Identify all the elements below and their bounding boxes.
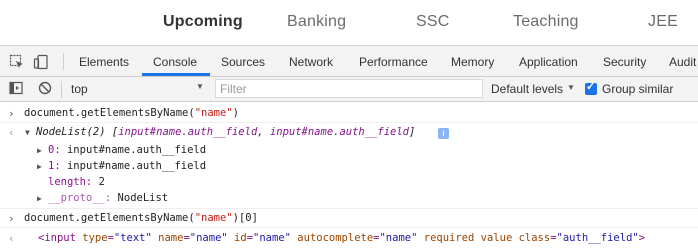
console-toolbar: top ▼ Default levels ▼ ✓ Group similar bbox=[0, 77, 698, 102]
checkmark-icon: ✓ bbox=[586, 81, 596, 93]
tab-network[interactable]: Network bbox=[289, 55, 333, 69]
tab-sources[interactable]: Sources bbox=[221, 55, 265, 69]
length-value: 2 bbox=[98, 176, 105, 188]
active-tab-indicator bbox=[142, 73, 210, 76]
collapsed-triangle-icon[interactable]: ▶ bbox=[37, 194, 42, 203]
result-arrow-icon: ‹ bbox=[8, 126, 15, 139]
entry-value: input#name.auth__field bbox=[66, 160, 207, 172]
nav-teaching[interactable]: Teaching bbox=[513, 13, 579, 31]
tab-audits[interactable]: Audit bbox=[669, 55, 696, 69]
row-divider bbox=[0, 208, 698, 209]
log-levels-dropdown[interactable]: Default levels bbox=[491, 82, 563, 96]
nodelist-item: input#name.auth__field bbox=[118, 126, 258, 138]
command-argument: "name" bbox=[194, 107, 233, 119]
collapsed-triangle-icon[interactable]: ▶ bbox=[37, 146, 42, 155]
site-navigation: Upcoming Banking SSC Teaching JEE bbox=[0, 0, 698, 45]
toolbar-divider bbox=[63, 53, 64, 70]
nav-jee[interactable]: JEE bbox=[648, 13, 678, 31]
result-arrow-icon: ‹ bbox=[8, 232, 15, 245]
toolbar-divider bbox=[61, 81, 62, 98]
proto-value: NodeList bbox=[117, 192, 169, 204]
expanded-triangle-icon[interactable]: ▼ bbox=[25, 128, 30, 137]
tab-security[interactable]: Security bbox=[603, 55, 646, 69]
command-argument: "name" bbox=[194, 212, 233, 224]
tab-performance[interactable]: Performance bbox=[359, 55, 428, 69]
chevron-down-icon[interactable]: ▼ bbox=[196, 82, 204, 91]
tab-application[interactable]: Application bbox=[519, 55, 578, 69]
devtools-tab-bar: Elements Console Sources Network Perform… bbox=[0, 45, 698, 77]
command-text: document.getElementsByName( bbox=[24, 212, 195, 224]
sidebar-toggle-icon[interactable] bbox=[9, 81, 23, 100]
group-similar-label[interactable]: Group similar bbox=[602, 82, 673, 96]
tag-close: > bbox=[638, 232, 646, 244]
chevron-down-icon[interactable]: ▼ bbox=[567, 83, 575, 92]
entry-key: 1: bbox=[48, 160, 61, 172]
collapsed-triangle-icon[interactable]: ▶ bbox=[37, 162, 42, 171]
row-divider bbox=[0, 227, 698, 228]
tag-open: <input bbox=[38, 232, 76, 244]
device-toolbar-icon[interactable] bbox=[33, 54, 49, 75]
length-key: length: bbox=[48, 176, 93, 188]
command-text-end: ) bbox=[232, 107, 239, 119]
clear-console-icon[interactable] bbox=[38, 81, 52, 100]
tab-console[interactable]: Console bbox=[153, 55, 197, 69]
filter-input[interactable] bbox=[215, 79, 483, 98]
nodelist-item: input#name.auth__field bbox=[269, 126, 409, 138]
entry-key: 0: bbox=[48, 144, 61, 156]
info-icon[interactable]: i bbox=[438, 128, 449, 139]
tab-memory[interactable]: Memory bbox=[451, 55, 494, 69]
nav-banking[interactable]: Banking bbox=[287, 13, 346, 31]
group-similar-checkbox[interactable]: ✓ bbox=[585, 81, 597, 95]
nodelist-type: NodeList(2) [ bbox=[36, 126, 119, 138]
nav-ssc[interactable]: SSC bbox=[416, 13, 450, 31]
row-divider bbox=[0, 122, 698, 123]
entry-value: input#name.auth__field bbox=[66, 144, 207, 156]
proto-key: __proto__: bbox=[48, 192, 112, 204]
command-text: document.getElementsByName( bbox=[24, 107, 195, 119]
inspect-element-icon[interactable] bbox=[9, 54, 25, 75]
prompt-chevron-icon: › bbox=[8, 107, 15, 120]
tab-elements[interactable]: Elements bbox=[79, 55, 129, 69]
nav-upcoming[interactable]: Upcoming bbox=[163, 13, 243, 31]
context-selector[interactable]: top bbox=[71, 82, 88, 96]
console-output: › document.getElementsByName("name") ‹ ▼… bbox=[0, 102, 698, 250]
command-text-end: )[0] bbox=[232, 212, 258, 224]
prompt-chevron-icon: › bbox=[8, 212, 15, 225]
